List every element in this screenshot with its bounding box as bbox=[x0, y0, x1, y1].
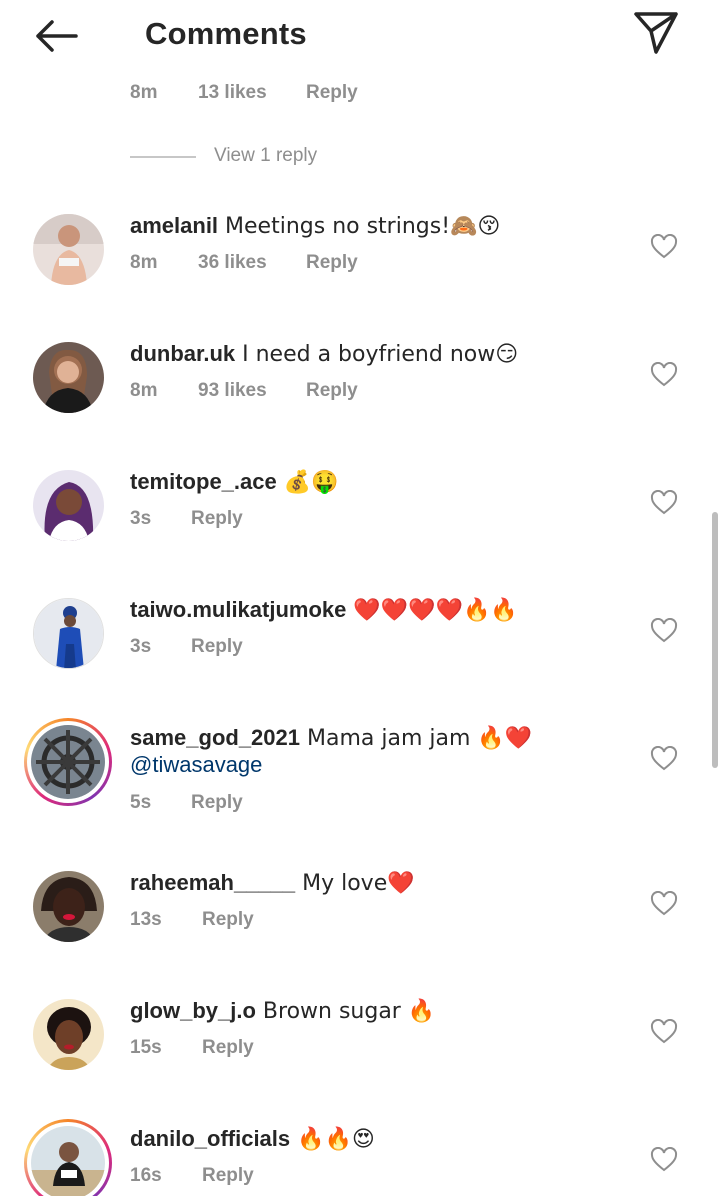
comment-text: amelanil Meetings no strings!🙈😚 bbox=[130, 212, 500, 241]
reply-button[interactable]: Reply bbox=[202, 1037, 254, 1059]
reply-button[interactable]: Reply bbox=[202, 1165, 254, 1187]
top-bar: Comments bbox=[0, 0, 720, 72]
heart-icon[interactable] bbox=[650, 362, 678, 388]
story-avatar[interactable] bbox=[24, 1119, 112, 1196]
avatar[interactable] bbox=[33, 999, 104, 1070]
mention-link[interactable]: @tiwasavage bbox=[130, 752, 262, 778]
comment-username[interactable]: same_god_2021 bbox=[130, 725, 300, 750]
comment-time: 5s bbox=[130, 792, 152, 813]
page-title: Comments bbox=[145, 16, 307, 51]
heart-icon[interactable] bbox=[650, 1147, 678, 1173]
comment-time: 3s bbox=[130, 636, 152, 657]
reply-button[interactable]: Reply bbox=[191, 508, 243, 530]
comment-time: 15s bbox=[130, 1037, 162, 1058]
comment-text: dunbar.uk I need a boyfriend now😏 bbox=[130, 340, 518, 369]
comment-username[interactable]: danilo_officials bbox=[130, 1126, 290, 1151]
comment-text: temitope_.ace 💰🤑 bbox=[130, 468, 339, 497]
divider bbox=[130, 156, 196, 158]
reply-button[interactable]: Reply bbox=[191, 636, 243, 658]
comment-time: 13s bbox=[130, 909, 162, 930]
story-avatar[interactable] bbox=[24, 718, 112, 806]
comment-username[interactable]: amelanil bbox=[130, 213, 218, 238]
comment-body: Mama jam jam 🔥❤️ bbox=[300, 726, 533, 751]
arrow-left-icon bbox=[36, 20, 78, 52]
comment-username[interactable]: taiwo.mulikatjumoke bbox=[130, 597, 346, 622]
comment-body: Meetings no strings!🙈😚 bbox=[218, 214, 501, 239]
comment-text: same_god_2021 Mama jam jam 🔥❤️ bbox=[130, 724, 532, 753]
comment-text: danilo_officials 🔥🔥😍 bbox=[130, 1125, 375, 1154]
heart-icon[interactable] bbox=[650, 490, 678, 516]
reply-button[interactable]: Reply bbox=[191, 792, 243, 814]
comment-username[interactable]: dunbar.uk bbox=[130, 341, 235, 366]
comment-username[interactable]: glow_by_j.o bbox=[130, 998, 256, 1023]
paper-plane-icon bbox=[634, 12, 678, 54]
heart-icon[interactable] bbox=[650, 746, 678, 772]
comment-text: taiwo.mulikatjumoke ❤️❤️❤️❤️🔥🔥 bbox=[130, 596, 518, 625]
heart-icon[interactable] bbox=[650, 1019, 678, 1045]
comment-time: 8m bbox=[130, 82, 158, 103]
back-button[interactable] bbox=[28, 12, 84, 60]
heart-icon[interactable] bbox=[650, 234, 678, 260]
reply-button[interactable]: Reply bbox=[306, 380, 358, 402]
scrollbar[interactable] bbox=[712, 512, 718, 768]
heart-icon[interactable] bbox=[650, 618, 678, 644]
avatar[interactable] bbox=[33, 342, 104, 413]
reply-button[interactable]: Reply bbox=[202, 909, 254, 931]
like-count[interactable]: 13 likes bbox=[198, 82, 267, 104]
share-button[interactable] bbox=[630, 8, 682, 58]
reply-button[interactable]: Reply bbox=[306, 82, 358, 104]
comment-text: glow_by_j.o Brown sugar 🔥 bbox=[130, 997, 435, 1026]
comment-body: 💰🤑 bbox=[276, 470, 339, 495]
comment-body: ❤️❤️❤️❤️🔥🔥 bbox=[346, 598, 518, 623]
comment-username[interactable]: raheemah_____ bbox=[130, 870, 295, 895]
like-count[interactable]: 93 likes bbox=[198, 380, 267, 402]
view-replies-label[interactable]: View 1 reply bbox=[214, 145, 317, 167]
comment-username[interactable]: temitope_.ace bbox=[130, 469, 277, 494]
comment-time: 16s bbox=[130, 1165, 162, 1186]
comment-body: My love❤️ bbox=[295, 871, 415, 896]
reply-button[interactable]: Reply bbox=[306, 252, 358, 274]
comment-body: 🔥🔥😍 bbox=[290, 1127, 375, 1152]
avatar[interactable] bbox=[33, 871, 104, 942]
avatar[interactable] bbox=[33, 470, 104, 541]
avatar[interactable] bbox=[33, 598, 104, 669]
comment-body: Brown sugar 🔥 bbox=[255, 999, 436, 1024]
comment-time: 8m bbox=[130, 380, 158, 401]
comment-time: 3s bbox=[130, 508, 152, 529]
heart-icon[interactable] bbox=[650, 891, 678, 917]
comment-time: 8m bbox=[130, 252, 158, 273]
comment-text: raheemah_____ My love❤️ bbox=[130, 869, 415, 898]
avatar[interactable] bbox=[33, 214, 104, 285]
comment-body: I need a boyfriend now😏 bbox=[235, 342, 519, 367]
like-count[interactable]: 36 likes bbox=[198, 252, 267, 274]
